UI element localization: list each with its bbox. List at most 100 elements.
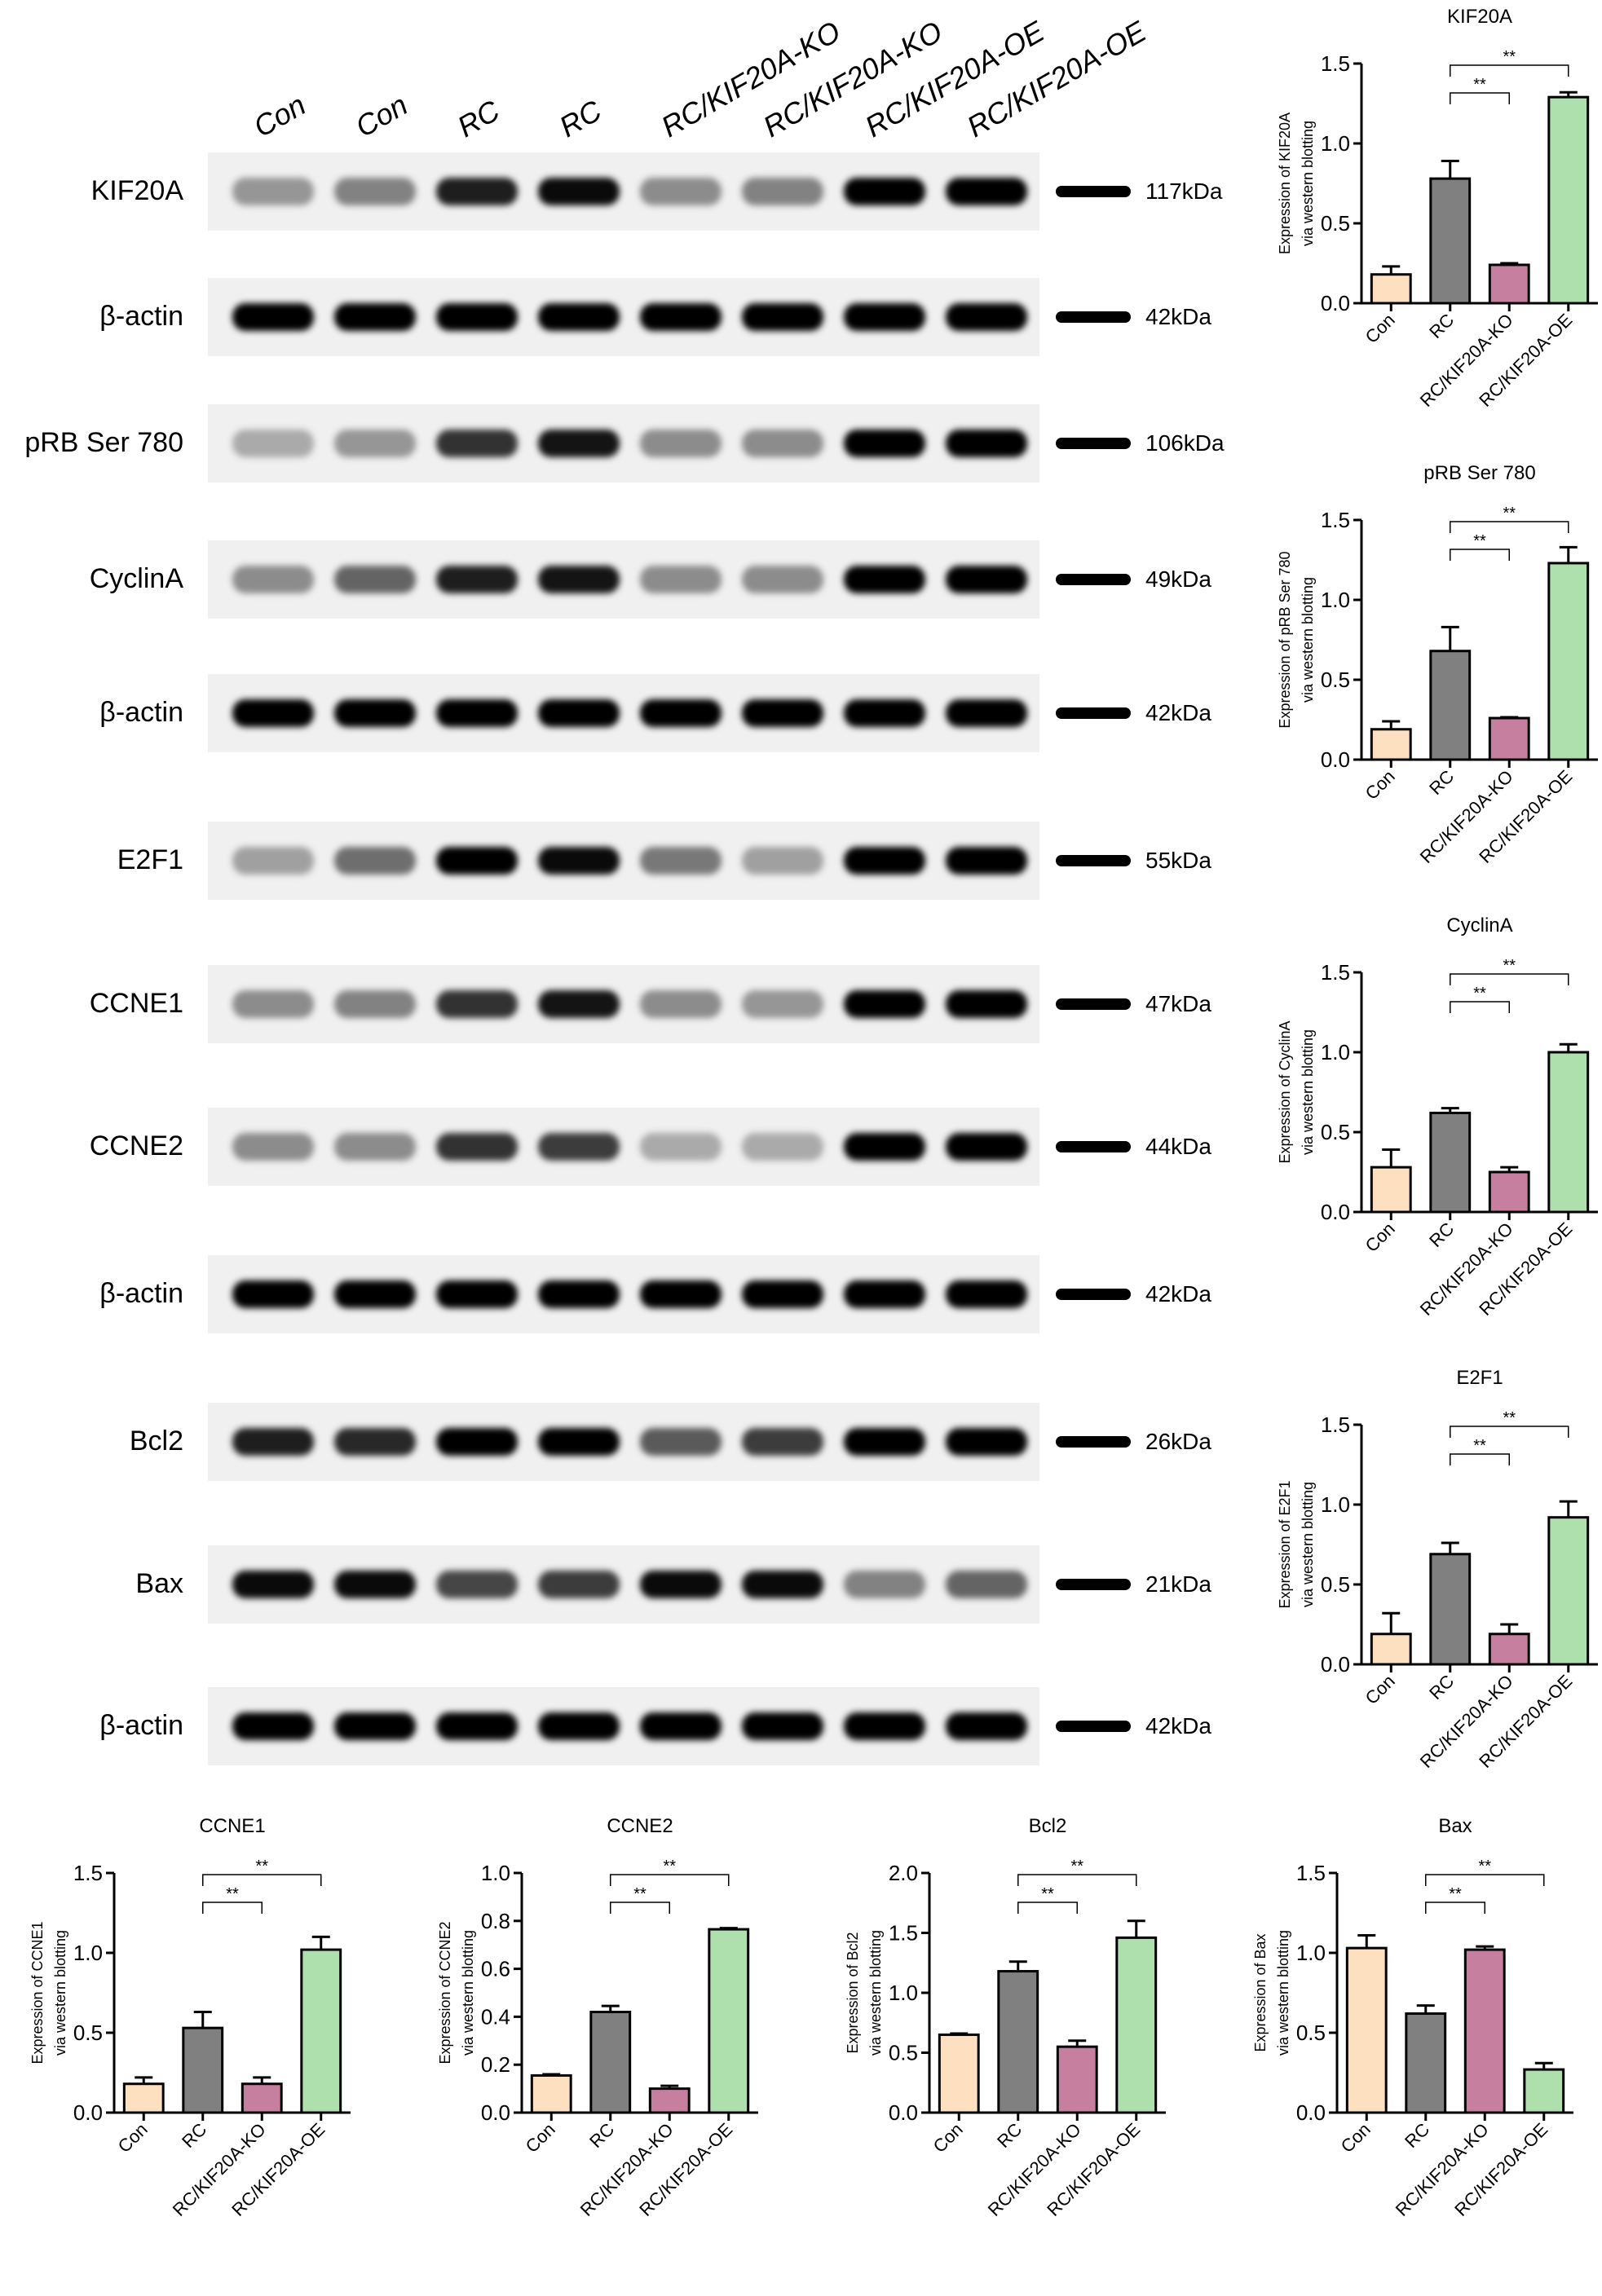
y-tick-label: 0.0 <box>1321 1652 1350 1677</box>
chart-title: CCNE2 <box>607 1815 673 1837</box>
blot-strip <box>208 822 1039 900</box>
protein-band <box>232 1712 314 1740</box>
blot-label: β-actin <box>99 1278 183 1309</box>
protein-band <box>232 1571 314 1598</box>
protein-band <box>538 1133 620 1161</box>
protein-band <box>742 1280 823 1308</box>
x-tick-label: Con <box>522 2119 559 2157</box>
protein-band <box>742 699 823 727</box>
protein-band <box>334 430 416 457</box>
lane-header: Con <box>350 87 413 144</box>
bar-rc <box>997 1970 1039 2114</box>
protein-band <box>742 1133 823 1161</box>
significance-bracket <box>1450 521 1569 533</box>
protein-band <box>844 566 925 593</box>
y-tick-label: 0.6 <box>481 1957 510 1981</box>
protein-band <box>538 990 620 1018</box>
bar-con <box>1345 1946 1388 2114</box>
blot-label: β-actin <box>99 301 183 332</box>
kda-label: 26kDa <box>1145 1429 1211 1454</box>
significance-bracket <box>1450 973 1569 985</box>
protein-band <box>334 303 416 331</box>
chart-svg: CCNE2 Expression of CCNE2 via western blot… <box>437 1815 758 2220</box>
bar-con <box>1370 728 1412 761</box>
protein-band <box>232 566 314 593</box>
protein-band <box>232 178 314 205</box>
protein-band <box>538 699 620 727</box>
y-axis-label-line: via western blotting <box>867 1930 884 2056</box>
protein-band <box>946 178 1027 205</box>
protein-band <box>844 303 925 331</box>
protein-band <box>742 1712 823 1740</box>
blot-label: KIF20A <box>90 175 183 206</box>
protein-band <box>946 990 1027 1018</box>
bar-rc-kif20a-ko <box>1488 1170 1530 1214</box>
y-tick-label: 1.5 <box>889 1921 918 1946</box>
x-tick-label: Con <box>114 2119 152 2157</box>
protein-band <box>538 566 620 593</box>
y-tick-label: 1.0 <box>889 1981 918 2005</box>
protein-band <box>946 303 1027 331</box>
y-tick-label: 0.0 <box>73 2100 103 2125</box>
significance-bracket <box>1450 64 1569 77</box>
bar-chart-e2f1: E2F1 Expression of E2F1 via western blotti… <box>1247 1361 1602 1846</box>
protein-band <box>844 178 925 205</box>
chart-title: Bcl2 <box>1029 1815 1067 1837</box>
y-axis-label-line: via western blotting <box>1300 1482 1316 1607</box>
protein-band <box>538 430 620 457</box>
y-tick-label: 0.5 <box>73 2021 103 2045</box>
chart-title: CCNE1 <box>199 1815 265 1837</box>
significance-label: ** <box>633 1885 647 1903</box>
protein-band <box>640 566 722 593</box>
bar-rc-kif20a-oe <box>1547 95 1590 305</box>
x-tick-label: Con <box>1361 1671 1399 1708</box>
protein-band <box>742 566 823 593</box>
bar-chart-ccne2: CCNE2 Expression of CCNE2 via western blot… <box>408 1809 766 2294</box>
molecular-weight-marker <box>1056 574 1131 585</box>
protein-band <box>844 990 925 1018</box>
blot-strip <box>208 540 1039 619</box>
y-axis-label-line: Expression of Bax <box>1252 1933 1269 2051</box>
molecular-weight-marker <box>1056 1141 1131 1152</box>
protein-band <box>844 699 925 727</box>
lane-header: RC <box>452 93 505 144</box>
significance-label: ** <box>1449 1885 1462 1903</box>
y-axis-label-line: via western blotting <box>460 1930 476 2056</box>
y-axis-label: Expression of Bax via western blotting <box>1252 1930 1291 2056</box>
y-tick-label: 1.5 <box>1321 508 1350 532</box>
protein-band <box>436 1571 518 1598</box>
y-axis-label: Expression of CCNE2 via western blotting <box>437 1921 476 2064</box>
protein-band <box>436 1133 518 1161</box>
protein-band <box>334 566 416 593</box>
protein-band <box>742 303 823 331</box>
protein-band <box>946 566 1027 593</box>
x-tick-label: RC <box>585 2119 618 2152</box>
chart-svg: Bcl2 Expression of Bcl2 via western blotti… <box>845 1815 1166 2220</box>
molecular-weight-marker <box>1056 707 1131 719</box>
protein-band <box>640 699 722 727</box>
protein-band <box>844 1571 925 1598</box>
significance-label: ** <box>1041 1885 1054 1903</box>
molecular-weight-marker <box>1056 855 1131 866</box>
x-tick-label: RC <box>1425 310 1458 342</box>
molecular-weight-marker <box>1056 1721 1131 1732</box>
bar-rc-kif20a-ko <box>1488 263 1530 305</box>
significance-label: ** <box>1473 1437 1486 1455</box>
significance-bracket <box>1425 1874 1545 1886</box>
bar-rc <box>589 2011 632 2114</box>
significance-label: ** <box>1503 505 1516 522</box>
chart-svg: CyclinA Expression of CyclinA via western … <box>1277 914 1598 1320</box>
lane-header: RC/KIF20A-OE <box>961 14 1152 144</box>
protein-band <box>844 1428 925 1456</box>
blot-label: CyclinA <box>89 563 183 594</box>
y-tick-label: 1.0 <box>1321 588 1350 612</box>
blot-strip <box>208 1545 1039 1624</box>
y-axis-label: Expression of E2F1 via western blotting <box>1277 1480 1316 1608</box>
protein-band <box>538 847 620 875</box>
significance-bracket <box>1450 1426 1569 1438</box>
protein-band <box>232 990 314 1018</box>
protein-band <box>742 430 823 457</box>
y-axis-label-line: Expression of Bcl2 <box>845 1932 861 2053</box>
x-tick-label: RC <box>993 2119 1026 2152</box>
chart-title: pRB Ser 780 <box>1423 462 1535 484</box>
